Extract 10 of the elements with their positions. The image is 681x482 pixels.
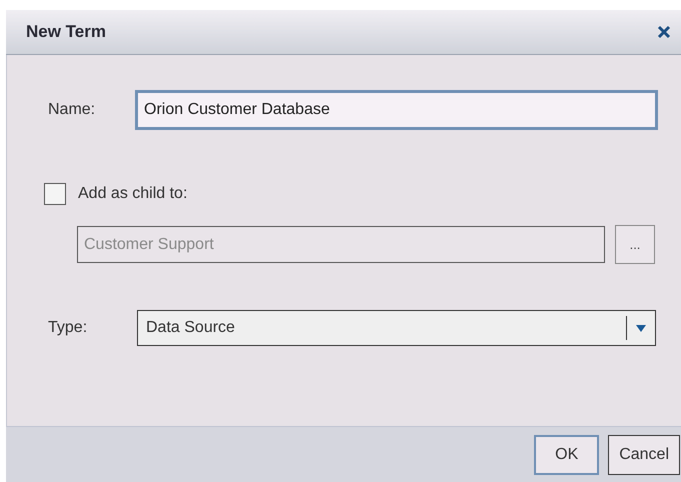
close-icon[interactable] — [657, 25, 671, 39]
cancel-button[interactable]: Cancel — [608, 434, 680, 474]
type-label: Type: — [47, 319, 88, 337]
name-label: Name: — [47, 101, 96, 119]
ok-button[interactable]: OK — [534, 434, 600, 474]
checkbox[interactable] — [44, 183, 66, 205]
type-dropdown[interactable]: Data Source — [137, 310, 656, 346]
checkbox-label: Add as child to: — [78, 185, 188, 203]
window-title: New Term — [26, 22, 106, 42]
name-field[interactable]: Orion Customer Database — [135, 90, 658, 130]
